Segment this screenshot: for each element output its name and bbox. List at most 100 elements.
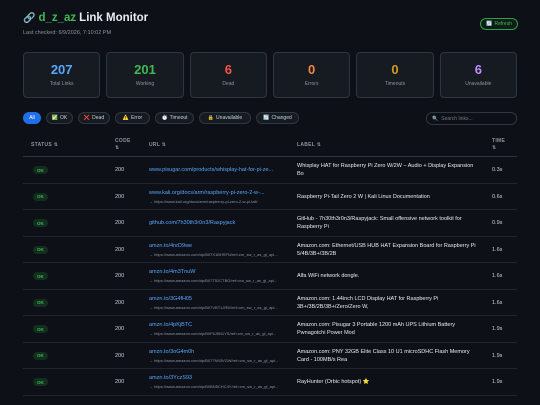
link-icon: 🔗 bbox=[23, 12, 36, 24]
column-header-time[interactable]: TIME ⇅ bbox=[492, 138, 505, 152]
stat-label: Errors bbox=[304, 81, 319, 87]
refresh-icon: 🔄 bbox=[486, 21, 493, 27]
response-time: 0.3s bbox=[492, 167, 503, 173]
status-code: 200 bbox=[115, 193, 125, 200]
table-row[interactable]: OK 200 github.com/7h30th3r0n3/Raspyjack … bbox=[23, 210, 517, 237]
status-code: 200 bbox=[115, 273, 125, 279]
link-label: Amazon.com: Pisugar 3 Portable 1200 mAh … bbox=[297, 322, 456, 336]
check-icon: ✅ bbox=[51, 115, 58, 121]
response-time: 1.9s bbox=[492, 379, 503, 385]
status-badge: OK bbox=[33, 325, 48, 333]
stat-errors: 0 Errors bbox=[272, 52, 351, 98]
response-time: 1.6s bbox=[492, 246, 503, 253]
stat-value: 6 bbox=[474, 62, 482, 77]
filter-label: All bbox=[29, 115, 35, 121]
column-header-code[interactable]: CODE ⇅ bbox=[115, 138, 131, 152]
status-badge: OK bbox=[33, 192, 48, 201]
status-code: 200 bbox=[115, 326, 125, 332]
redirect-url: → https://www.amazon.com/dp/B07T52CTBG/r… bbox=[149, 278, 278, 283]
url-link[interactable]: www.pisugar.com/products/whisplay-hat-fo… bbox=[149, 167, 289, 173]
stat-value: 0 bbox=[308, 62, 316, 77]
stats-panel: 207 Total Links 201 Working 6 Dead 0 Err… bbox=[23, 52, 517, 98]
table-row[interactable]: OK 200 amzn.to/3G4fH05 → https://www.ama… bbox=[23, 290, 517, 316]
column-header-label[interactable]: LABEL ⇅ bbox=[297, 142, 321, 149]
table-row[interactable]: OK 200 amzn.to/4nrD9we → https://www.ama… bbox=[23, 237, 517, 263]
filter-unavailable[interactable]: 🔒 Unavailable bbox=[199, 112, 251, 124]
status-code: 200 bbox=[115, 379, 125, 385]
timer-icon: ⏱️ bbox=[161, 115, 168, 121]
sort-icon: ⇅ bbox=[115, 145, 120, 151]
refresh-button[interactable]: 🔄 Refresh bbox=[480, 18, 518, 30]
stat-label: Unavailable bbox=[465, 81, 492, 87]
link-label: Whisplay HAT for Raspberry Pi Zero W/2W … bbox=[297, 163, 474, 177]
url-link[interactable]: amzn.to/4nrD9we bbox=[149, 243, 289, 249]
stat-unavailable: 6 Unavailable bbox=[439, 52, 517, 98]
sort-icon: ⇅ bbox=[492, 145, 497, 151]
url-link[interactable]: www.kali.org/docs/arm/raspberry-pi-zero-… bbox=[149, 190, 289, 196]
status-code: 200 bbox=[115, 352, 125, 359]
url-link[interactable]: amzn.to/3oG4m0h bbox=[149, 349, 289, 355]
lock-icon: 🔒 bbox=[207, 115, 215, 121]
filter-label: Timeout bbox=[169, 115, 188, 121]
status-badge: OK bbox=[33, 272, 48, 280]
filter-error[interactable]: ⚠️ Error bbox=[115, 112, 150, 124]
username: d_z_az bbox=[38, 12, 77, 24]
filter-ok[interactable]: ✅ OK bbox=[46, 112, 73, 124]
page-title: 🔗 d_z_az Link Monitor bbox=[23, 12, 148, 24]
table-body: OK 200 www.pisugar.com/products/whisplay… bbox=[23, 157, 517, 405]
link-label: GitHub - 7h30th3r0n3/Raspyjack: Small of… bbox=[297, 216, 462, 230]
status-code: 200 bbox=[115, 220, 125, 226]
table-row[interactable]: OK 200 www.kali.org/docs/arm/raspberry-p… bbox=[23, 184, 517, 210]
url-link[interactable]: amzn.to/4m3TnuW bbox=[149, 269, 289, 275]
link-label: Amazon.com: Ethernet/USB HUB HAT Expansi… bbox=[297, 242, 476, 257]
cross-icon: ❌ bbox=[83, 115, 91, 121]
link-label: Amazon.com: 1.44inch LCD Display HAT for… bbox=[297, 295, 439, 310]
filter-label: Changed bbox=[271, 115, 292, 121]
response-time: 0.6s bbox=[492, 193, 503, 200]
filter-label: Unavailable bbox=[216, 115, 243, 121]
status-code: 200 bbox=[115, 246, 125, 253]
url-link[interactable]: amzn.to/4pKjBTC bbox=[149, 322, 289, 328]
stat-label: Timeouts bbox=[384, 81, 406, 87]
status-badge: OK bbox=[33, 166, 48, 174]
table-row[interactable]: OK 200 amzn.to/4lwrhFC bbox=[23, 396, 517, 405]
search-box[interactable]: 🔍 bbox=[426, 112, 517, 125]
stat-label: Total Links bbox=[49, 81, 74, 87]
status-badge: OK bbox=[33, 245, 48, 254]
filter-label: Dead bbox=[92, 115, 105, 121]
table-row[interactable]: OK 200 amzn.to/4pKjBTC → https://www.ama… bbox=[23, 316, 517, 343]
table-row[interactable]: OK 200 www.pisugar.com/products/whisplay… bbox=[23, 157, 517, 184]
table-row[interactable]: OK 200 amzn.to/3YczS93 → https://www.ama… bbox=[23, 369, 517, 396]
response-time: 0.9s bbox=[492, 220, 503, 226]
table-header: STATUS ⇅ CODE ⇅ URL ⇅ LABEL ⇅ TIME ⇅ bbox=[23, 133, 517, 157]
table-row[interactable]: OK 200 amzn.to/4m3TnuW → https://www.ama… bbox=[23, 263, 517, 290]
redirect-url: → https://www.amazon.com/dp/B07X1BHSFN/r… bbox=[149, 251, 278, 257]
stat-value: 6 bbox=[224, 62, 232, 77]
url-link[interactable]: amzn.to/3G4fH05 bbox=[149, 296, 289, 302]
filter-all[interactable]: All bbox=[23, 112, 41, 124]
column-header-status[interactable]: STATUS ⇅ bbox=[31, 142, 58, 149]
link-label: Alfa WiFi network dongle. bbox=[297, 273, 360, 279]
last-checked: Last checked: 6/9/2026, 7:10:02 PM bbox=[23, 30, 112, 36]
search-input[interactable] bbox=[441, 115, 512, 122]
stat-total-links: 207 Total Links bbox=[23, 52, 101, 98]
warning-icon: ⚠️ bbox=[122, 115, 130, 121]
response-time: 1.9s bbox=[492, 352, 503, 359]
url-link[interactable]: github.com/7h30th3r0n3/Raspyjack bbox=[149, 220, 289, 226]
filter-changed[interactable]: 🔄 Changed bbox=[256, 112, 299, 124]
column-header-url[interactable]: URL ⇅ bbox=[149, 142, 166, 149]
link-label: Raspberry Pi-Tail Zero 2 W | Kali Linux … bbox=[297, 193, 430, 200]
status-code: 200 bbox=[115, 167, 125, 173]
table-row[interactable]: OK 200 amzn.to/3oG4m0h → https://www.ama… bbox=[23, 343, 517, 369]
filter-label: OK bbox=[60, 115, 68, 121]
filter-dead[interactable]: ❌ Dead bbox=[78, 112, 110, 124]
url-link[interactable]: amzn.to/3YczS93 bbox=[149, 375, 289, 381]
status-badge: OK bbox=[33, 219, 48, 227]
link-label: Amazon.com: PNY 32GB Elite Class 10 U1 m… bbox=[297, 348, 470, 363]
filter-timeout[interactable]: ⏱️ Timeout bbox=[155, 112, 194, 124]
status-code: 200 bbox=[115, 299, 125, 306]
stat-value: 201 bbox=[134, 62, 156, 77]
refresh-icon: 🔄 bbox=[263, 115, 270, 121]
stat-value: 0 bbox=[391, 62, 399, 77]
link-label: RayHunter (Orbic hotspot) ⭐ bbox=[297, 379, 370, 385]
